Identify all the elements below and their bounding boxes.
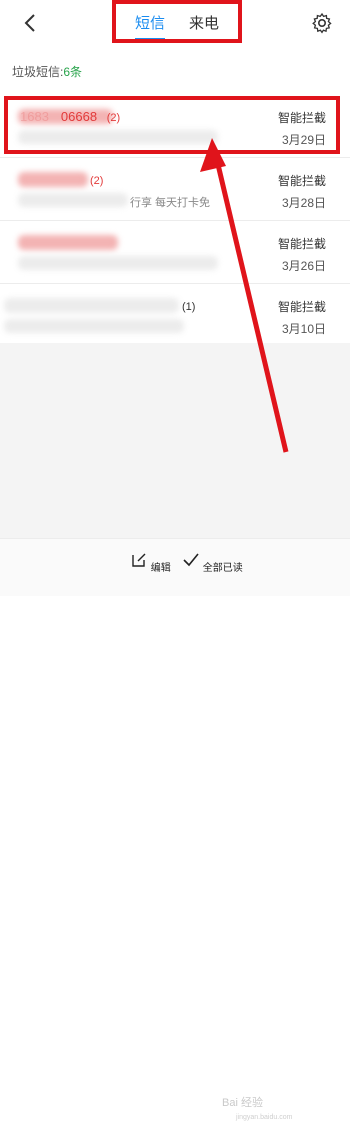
mark-all-read-label: 全部已读 bbox=[202, 563, 243, 574]
checkmark-icon bbox=[183, 553, 199, 567]
watermark-url: jingyan.baidu.com bbox=[236, 1114, 293, 1121]
arrow-annotation bbox=[200, 138, 289, 453]
edit-icon bbox=[132, 553, 146, 567]
mark-all-read-button[interactable]: 全部已读 bbox=[182, 551, 243, 574]
edit-button[interactable]: 编辑 bbox=[130, 551, 171, 574]
edit-label: 编辑 bbox=[150, 563, 171, 574]
bottom-action-bar: 编辑 全部已读 Bai 经验 jingyan.baidu.com bbox=[0, 538, 350, 1121]
watermark: Bai 经验 bbox=[222, 1097, 263, 1109]
